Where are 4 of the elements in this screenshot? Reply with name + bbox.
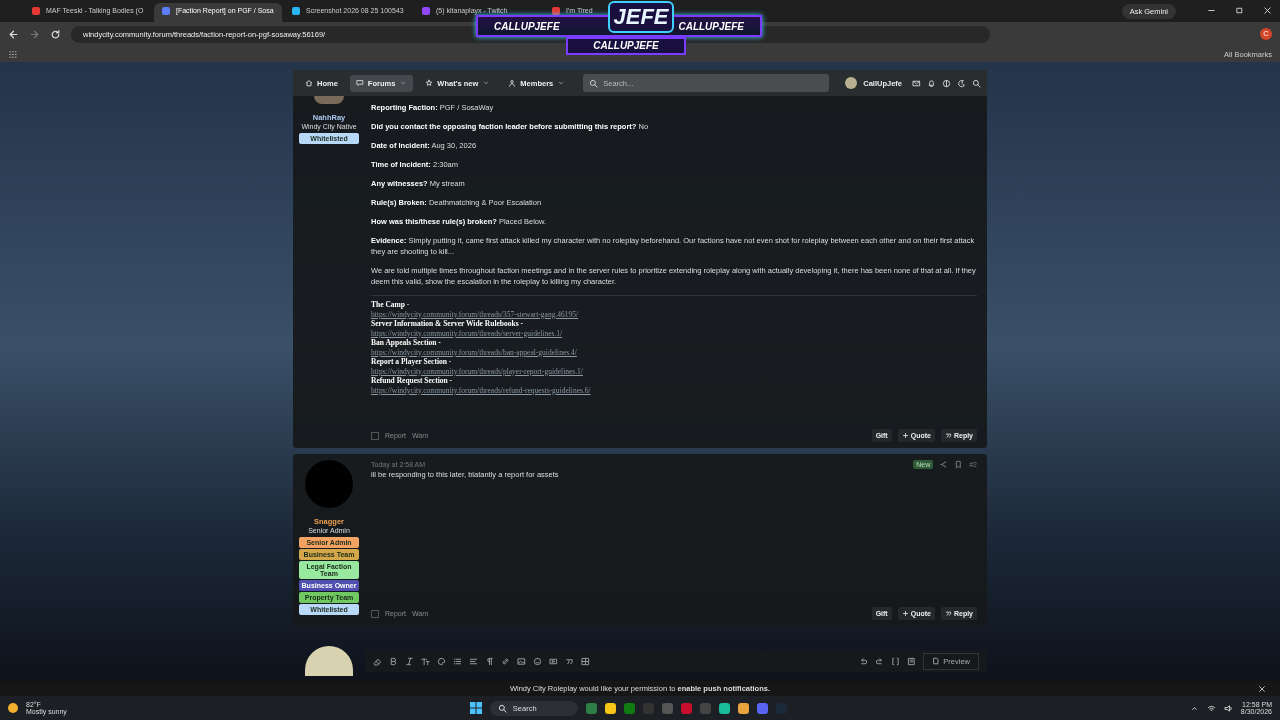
stream-logo-overlay: JEFE — [608, 1, 674, 33]
channel-handle: CALLUPJEFE — [494, 20, 560, 32]
channel-handle: CALLUPJEFE — [678, 20, 744, 32]
stream-handle-overlay: CALLUPJEFE — [566, 37, 686, 55]
